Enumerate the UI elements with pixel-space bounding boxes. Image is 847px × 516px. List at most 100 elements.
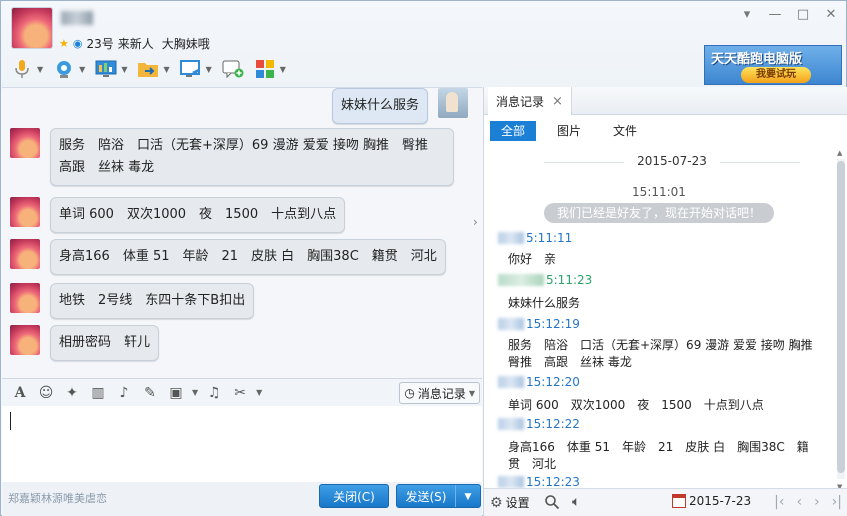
footer-date: 2015-7-23 [689,494,752,508]
settings-button[interactable]: ⚙ 设置 [490,494,530,511]
contact-level: 23号 [86,37,114,51]
message-self: 妹妹什么服务 [332,88,469,124]
chevron-down-icon[interactable]: ▼ [206,65,212,74]
voice-message-icon[interactable]: ♪ [114,383,134,403]
tab-message-history[interactable]: 消息记录 × [488,87,572,115]
search-button[interactable] [544,494,560,510]
filter-files[interactable]: 文件 [602,121,648,141]
input-toolbar: A ☺ ✦ ▥ ♪ ✎ ▣ ▼ ♫ ✂ ▼ ◷ 消息记录 ▼ [2,378,482,406]
contact-avatar-small[interactable] [10,283,40,313]
chevron-down-icon[interactable]: ▼ [256,388,262,397]
text-ad-link[interactable]: 郑嘉颖林源唯美虐恋 [8,490,107,506]
font-icon[interactable]: A [10,383,30,403]
qzone-icon[interactable]: ◉ [73,37,83,50]
screenshot-scissors-icon[interactable]: ✂ [230,383,250,403]
dropdown-icon[interactable]: ▾ [740,8,754,22]
contact-avatar-small[interactable] [10,197,40,227]
magic-expression-icon[interactable]: ▥ [88,383,108,403]
contact-avatar-small[interactable] [10,128,40,158]
chevron-down-icon[interactable]: ▼ [37,65,43,74]
send-button[interactable]: 发送(S) [397,485,456,507]
message-bubble[interactable]: 服务 陪浴 口活（无套+深厚）69 漫游 爱爱 接吻 胸推 臀推 高跟 丝袜 毒… [50,128,454,186]
emoji-icon[interactable]: ☺ [36,383,56,403]
sender-name [498,318,524,330]
history-scrollbar[interactable]: ▲ ▼ [837,149,845,491]
message-contact: 单词 600 双次1000 夜 1500 十点到八点 [10,197,346,233]
ad-try-button[interactable]: 我要试玩 [741,67,811,83]
filter-images[interactable]: 图片 [546,121,592,141]
bottom-bar: 郑嘉颖林源唯美虐恋 关闭(C) 发送(S) ▼ [2,482,482,516]
clock-icon: ◷ [404,386,415,400]
self-avatar[interactable] [438,88,469,118]
close-icon[interactable]: × [552,94,563,109]
message-contact: 相册密码 轩儿 [10,325,160,361]
sound-button[interactable]: 🔈︎ [572,494,580,510]
history-entry-header: 15:12:19 [498,317,580,331]
sender-name [498,232,524,244]
contact-avatar-small[interactable] [10,239,40,269]
message-contact: 身高166 体重 51 年龄 21 皮肤 白 胸围38C 籍贯 河北 [10,239,446,275]
ad-title: 天天酷跑电脑版 [711,52,803,67]
screen-share-icon [179,59,202,79]
window-controls: ▾ — □ ✕ [740,8,838,22]
share-screen-button[interactable]: ▼ [178,57,214,81]
monitor-icon [95,59,117,79]
contact-avatar-small[interactable] [10,325,40,355]
prev-page-icon[interactable]: ‹ [796,494,802,510]
maximize-icon[interactable]: □ [796,8,810,22]
message-history-panel: 消息记录 × 全部 图片 文件 2015-07-23 15:11:01 我们已经… [483,87,847,516]
history-time: 15:11:01 [632,185,686,199]
collapse-panel-handle[interactable]: › [473,215,482,245]
contact-avatar[interactable] [11,7,53,49]
history-tabbar: 消息记录 × [484,87,847,115]
message-bubble[interactable]: 单词 600 双次1000 夜 1500 十点到八点 [50,197,346,233]
send-options-icon[interactable]: ▼ [456,485,480,507]
chat-window: ★ ◉ 23号 来新人 大胸妹哦 ▾ — □ ✕ ▼ ▼ ▼ ▼ ▼ ▼ 天天酷… [0,0,847,516]
message-input[interactable] [2,406,482,482]
chevron-down-icon[interactable]: ▼ [163,65,169,74]
create-discussion-button[interactable] [220,57,246,81]
history-entry-header: 15:12:20 [498,375,580,389]
minimize-icon[interactable]: — [768,8,782,22]
filter-all[interactable]: 全部 [490,121,537,141]
history-entry-body: 妹妹什么服务 [508,296,581,310]
voice-call-button[interactable]: ▼ [9,57,45,81]
chevron-down-icon[interactable]: ▼ [79,65,85,74]
close-icon[interactable]: ✕ [824,8,838,22]
conversation-pane: 妹妹什么服务 服务 陪浴 口活（无套+深厚）69 漫游 爱爱 接吻 胸推 臀推 … [2,87,482,378]
chevron-down-icon[interactable]: ▼ [121,65,127,74]
history-entry-header: 15:12:23 [498,475,580,489]
send-file-button[interactable]: ▼ [135,57,171,81]
apps-button[interactable]: ▼ [252,57,288,81]
sender-name [498,274,544,286]
chat-toolbar: ▼ ▼ ▼ ▼ ▼ ▼ [9,57,288,81]
next-page-icon[interactable]: › [814,494,820,510]
message-bubble[interactable]: 身高166 体重 51 年龄 21 皮肤 白 胸围38C 籍贯 河北 [50,239,446,275]
settings-label: 设置 [505,496,530,510]
remote-desktop-button[interactable]: ▼ [93,57,129,81]
nudge-icon[interactable]: ✦ [62,383,82,403]
date-picker[interactable]: 2015-7-23 [672,494,751,508]
game-ad-banner[interactable]: 天天酷跑电脑版 我要试玩 [704,45,842,85]
edit-icon[interactable]: ✎ [140,383,160,403]
message-bubble[interactable]: 相册密码 轩儿 [50,325,160,361]
video-call-button[interactable]: ▼ [51,57,87,81]
message-history-label: 消息记录 [417,386,466,401]
tab-label: 消息记录 [496,94,545,109]
chevron-down-icon[interactable]: ▼ [280,65,286,74]
first-page-icon[interactable]: |‹ [774,494,784,510]
close-button[interactable]: 关闭(C) [319,484,389,508]
image-icon[interactable]: ▣ [166,383,186,403]
message-contact: 地铁 2号线 东四十条下B扣出 [10,283,255,319]
scroll-up-icon[interactable]: ▲ [837,149,842,157]
scroll-thumb[interactable] [837,161,845,473]
history-entry-header: 5:11:23 [498,273,592,287]
message-bubble[interactable]: 妹妹什么服务 [332,88,429,124]
last-page-icon[interactable]: ›| [832,494,842,510]
chevron-down-icon[interactable]: ▼ [192,388,198,397]
system-message: 我们已经是好友了，现在开始对话吧！ [544,203,774,223]
message-bubble[interactable]: 地铁 2号线 东四十条下B扣出 [50,283,255,319]
message-history-button[interactable]: ◷ 消息记录 ▼ [399,382,480,404]
history-footer: ⚙ 设置 🔈︎ 2015-7-23 |‹ ‹ › ›| [484,488,847,516]
music-icon[interactable]: ♫ [204,383,224,403]
